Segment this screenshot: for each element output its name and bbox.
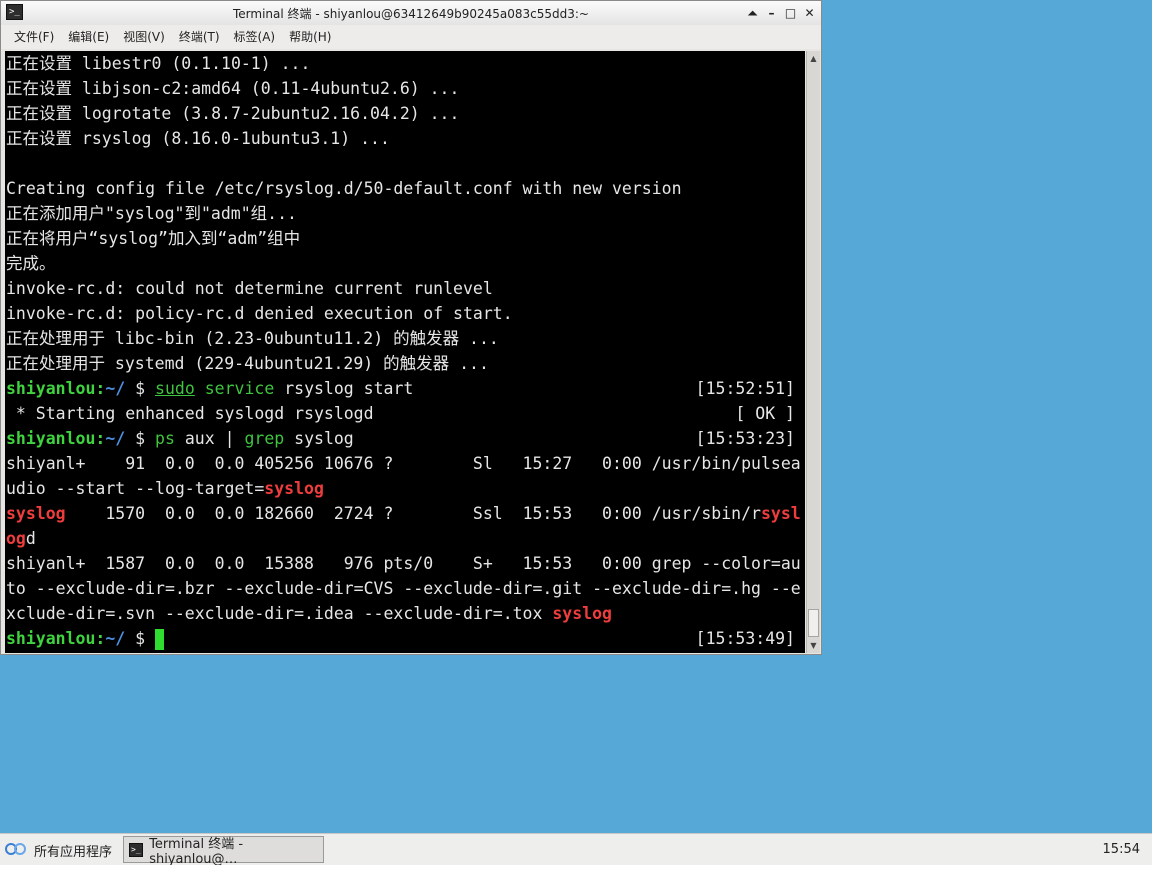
grep-match: sysl [760,504,801,523]
scroll-up-arrow-icon[interactable]: ▲ [807,52,820,65]
shade-button[interactable]: ⏶ [744,4,761,22]
prompt-dollar: $ [125,429,156,448]
grep-match: syslog [264,479,324,498]
ps-text: udio --start --log-target= [6,479,265,498]
minimize-button[interactable]: – [763,4,780,22]
terminal-line: 正在将用户“syslog”加入到“adm”组中 [6,229,301,248]
menu-terminal[interactable]: 终端(T) [172,25,227,49]
ps-text: d [25,529,36,548]
ps-output-line: to --exclude-dir=.bzr --exclude-dir=CVS … [6,579,801,598]
terminal-line: invoke-rc.d: could not determine current… [6,279,493,298]
ps-output-line: syslog 1570 0.0 0.0 182660 2724 ? Ssl 15… [5,501,805,526]
screen-bottom-area [0,865,1152,896]
all-apps-label: 所有应用程序 [34,844,113,860]
command-space [195,379,205,398]
prompt-separator: : [95,429,106,448]
terminal-window: >_ Terminal 终端 - shiyanlou@63412649b9024… [0,0,822,655]
timestamp: [15:53:49] [695,629,795,648]
service-status-line: * Starting enhanced syslogd rsyslogd [ OK… [5,401,805,426]
terminal-line: 正在设置 libjson-c2:amd64 (0.11-4ubuntu2.6) … [6,79,460,98]
taskbar-terminal-button[interactable]: >_ Terminal 终端 - shiyanlou@… [123,836,324,867]
terminal-line: 正在设置 rsyslog (8.16.0-1ubuntu3.1) ... [6,129,390,148]
menu-file[interactable]: 文件(F) [7,25,61,49]
command-ps: ps [155,429,175,448]
vertical-scrollbar[interactable]: ▲ ▼ [806,51,820,653]
scrollbar-thumb[interactable] [808,609,819,637]
menu-tabs[interactable]: 标签(A) [227,25,283,49]
ps-text: 1570 0.0 0.0 182660 2724 ? Ssl 15:53 0:0… [65,504,761,523]
clock[interactable]: 15:54 [1103,842,1140,857]
terminal-output[interactable]: 正在设置 libestr0 (0.1.10-1) ... 正在设置 libjso… [5,51,805,653]
prompt-user: shiyanlou [6,379,96,398]
close-button[interactable]: ✕ [801,4,818,22]
scroll-down-arrow-icon[interactable]: ▼ [807,639,820,652]
prompt-dollar: $ [125,379,156,398]
terminal-line: 正在处理用于 libc-bin (2.23-0ubuntu11.2) 的触发器 … [6,329,499,348]
maximize-button[interactable]: □ [782,4,799,22]
command-service: service [204,379,275,398]
taskbar: 所有应用程序 >_ Terminal 终端 - shiyanlou@… 15:5… [0,833,1152,867]
command-args: rsyslog start [274,379,414,398]
prompt-separator: : [95,629,106,648]
terminal-line: 正在添加用户"syslog"到"adm"组... [6,204,297,223]
menu-bar: 文件(F) 编辑(E) 视图(V) 终端(T) 标签(A) 帮助(H) [1,25,821,49]
window-title: Terminal 终端 - shiyanlou@63412649b90245a0… [233,7,589,21]
text-cursor[interactable] [155,629,165,650]
terminal-line: 完成。 [6,254,56,273]
timestamp: [15:52:51] [695,379,795,398]
terminal-line: invoke-rc.d: policy-rc.d denied executio… [6,304,513,323]
terminal-app-icon: >_ [129,842,144,857]
grep-match: syslog [6,504,66,523]
apps-menu-icon [5,842,27,858]
command-args: syslog [284,429,354,448]
current-prompt-line: shiyanlou:~/ $ [15:53:49] [5,626,805,651]
ps-output-line: shiyanl+ 1587 0.0 0.0 15388 976 pts/0 S+… [6,554,801,573]
menu-edit[interactable]: 编辑(E) [61,25,116,49]
terminal-line: Creating config file /etc/rsyslog.d/50-d… [6,179,682,198]
ps-output-line: xclude-dir=.svn --exclude-dir=.idea --ex… [5,601,805,626]
all-apps-button[interactable]: 所有应用程序 [5,837,112,863]
ok-status: [ OK ] [735,404,795,423]
ps-output-line: ogd [5,526,805,551]
window-controls: ⏶ – □ ✕ [744,4,818,22]
prompt-line: shiyanlou:~/ $ sudo service rsyslog star… [5,376,805,401]
ps-text: xclude-dir=.svn --exclude-dir=.idea --ex… [6,604,553,623]
command-sudo: sudo [155,379,195,398]
menu-view[interactable]: 视图(V) [116,25,172,49]
prompt-dollar: $ [125,629,156,648]
command-args: aux | [174,429,245,448]
prompt-line: shiyanlou:~/ $ ps aux | grep syslog [15:5… [5,426,805,451]
terminal-line: 正在设置 logrotate (3.8.7-2ubuntu2.16.04.2) … [6,104,460,123]
prompt-path: ~/ [105,429,126,448]
prompt-path: ~/ [105,629,126,648]
title-bar[interactable]: >_ Terminal 终端 - shiyanlou@63412649b9024… [1,1,821,26]
ps-output-line: udio --start --log-target=syslog [5,476,805,501]
prompt-separator: : [95,379,106,398]
menu-help[interactable]: 帮助(H) [282,25,338,49]
grep-match: syslog [552,604,612,623]
prompt-path: ~/ [105,379,126,398]
prompt-user: shiyanlou [6,429,96,448]
prompt-user: shiyanlou [6,629,96,648]
grep-match: og [6,529,26,548]
command-grep: grep [244,429,285,448]
ps-output-line: shiyanl+ 91 0.0 0.0 405256 10676 ? Sl 15… [6,454,801,473]
terminal-line: 正在设置 libestr0 (0.1.10-1) ... [6,54,311,73]
terminal-line: 正在处理用于 systemd (229-4ubuntu21.29) 的触发器 .… [6,354,489,373]
timestamp: [15:53:23] [695,429,795,448]
status-text: * Starting enhanced syslogd rsyslogd [6,404,374,423]
taskbar-terminal-label: Terminal 终端 - shiyanlou@… [149,836,244,867]
